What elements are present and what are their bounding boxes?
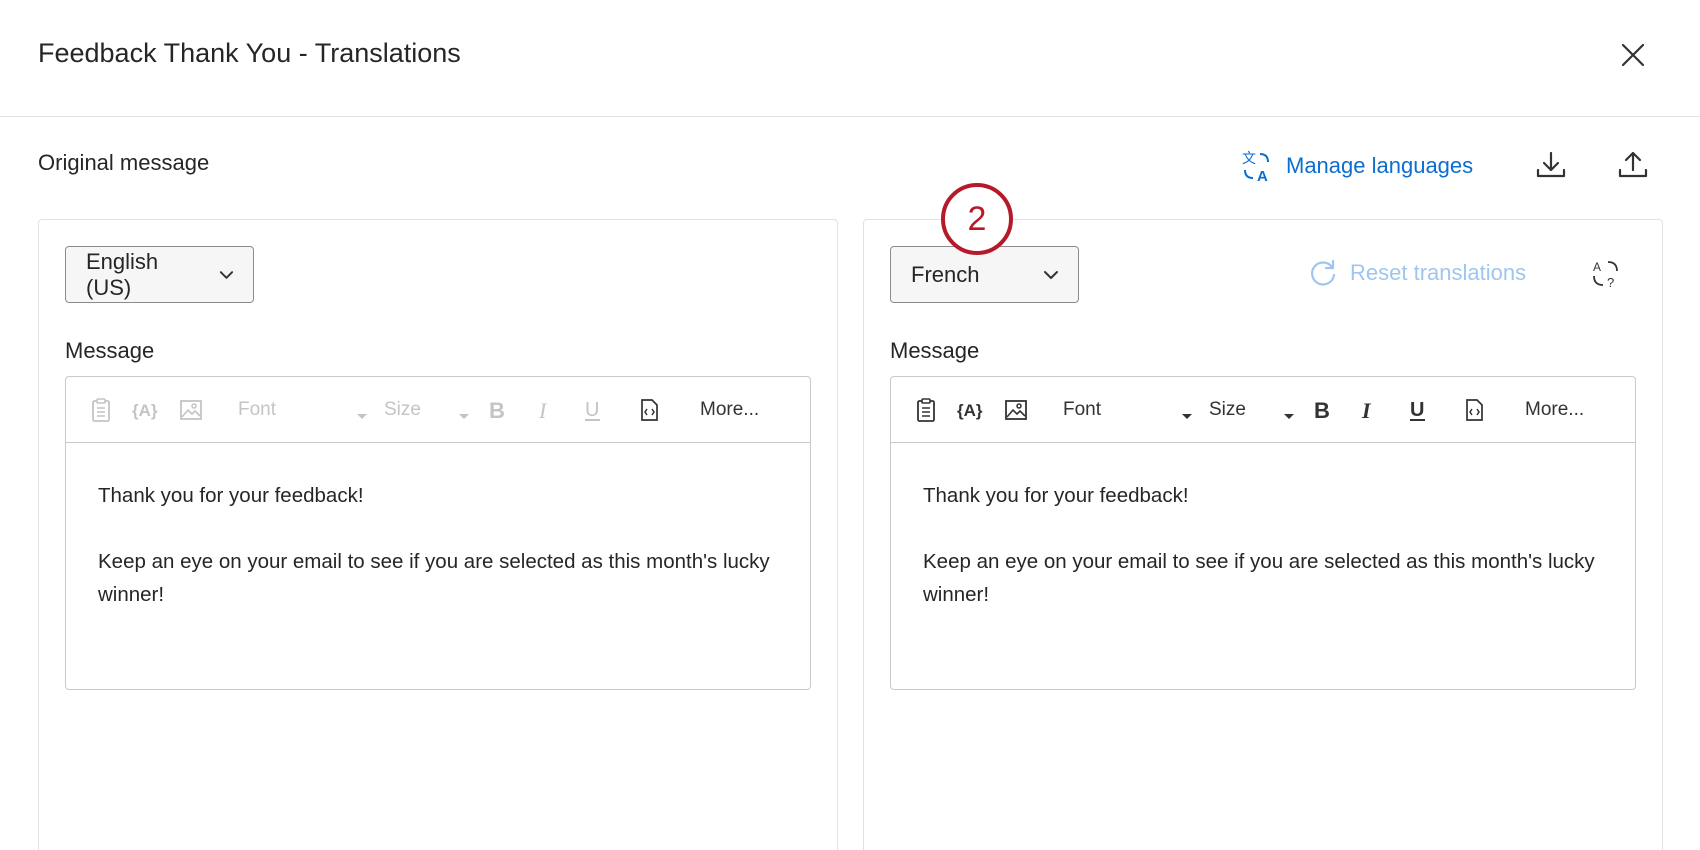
size-select: Size xyxy=(384,399,421,420)
refresh-icon xyxy=(1311,259,1336,286)
italic-icon[interactable]: I xyxy=(1357,397,1383,423)
manage-languages-label: Manage languages xyxy=(1286,153,1474,178)
message-label: Message xyxy=(890,338,980,363)
svg-text:I: I xyxy=(538,398,548,423)
bold-icon: B xyxy=(484,397,510,423)
reset-translations-button[interactable]: Reset translations xyxy=(1308,258,1526,288)
message-content[interactable]: Thank you for your feedback! Keep an eye… xyxy=(66,443,810,611)
step-badge: 2 xyxy=(941,183,1013,255)
svg-text:文: 文 xyxy=(1242,151,1256,167)
underline-icon: U xyxy=(580,397,606,423)
original-panel: English (US) Message {A} Font Size B I U… xyxy=(38,219,838,850)
more-button[interactable]: More... xyxy=(700,397,759,423)
dialog-title: Feedback Thank You - Translations xyxy=(38,38,461,68)
message-line: Keep an eye on your email to see if you … xyxy=(98,550,770,606)
translation-panel: French Reset translations A ? Message {A… xyxy=(863,219,1663,850)
target-language-select[interactable]: French xyxy=(890,246,1079,303)
font-caret-icon xyxy=(357,414,367,419)
clipboard-icon[interactable] xyxy=(913,397,939,423)
auto-translate-icon[interactable]: A ? xyxy=(1590,258,1622,290)
translation-message-editor: {A} Font Size B I U More... Thank you fo… xyxy=(890,376,1636,690)
svg-text:B: B xyxy=(1314,398,1330,423)
message-line: Thank you for your feedback! xyxy=(923,484,1189,507)
target-language-value: French xyxy=(911,261,980,287)
source-code-icon[interactable] xyxy=(1461,397,1487,423)
svg-text:A: A xyxy=(1593,260,1601,274)
size-caret-icon xyxy=(459,414,469,419)
svg-text:A: A xyxy=(1257,168,1268,184)
piped-text-icon: {A} xyxy=(132,397,158,423)
svg-text:{A}: {A} xyxy=(132,401,158,420)
italic-icon: I xyxy=(532,397,558,423)
piped-text-icon[interactable]: {A} xyxy=(957,397,983,423)
svg-text:U: U xyxy=(1410,399,1424,421)
svg-text:{A}: {A} xyxy=(957,401,983,420)
clipboard-icon xyxy=(88,397,114,423)
size-select[interactable]: Size xyxy=(1209,397,1246,423)
upload-icon[interactable] xyxy=(1616,148,1650,182)
svg-text:B: B xyxy=(489,398,505,423)
download-icon[interactable] xyxy=(1534,148,1568,182)
source-language-value: English (US) xyxy=(86,248,159,300)
original-message-label: Original message xyxy=(38,150,210,175)
more-button[interactable]: More... xyxy=(1525,397,1584,423)
manage-languages-button[interactable]: 文 A Manage languages xyxy=(1240,148,1473,184)
font-select[interactable]: Font xyxy=(1063,397,1101,423)
close-icon[interactable] xyxy=(1618,40,1648,70)
editor-toolbar: {A} Font Size B I U More... xyxy=(891,377,1635,443)
svg-text:?: ? xyxy=(1607,275,1614,290)
font-caret-icon[interactable] xyxy=(1181,413,1193,421)
bold-icon[interactable]: B xyxy=(1309,397,1335,423)
dialog-header: Feedback Thank You - Translations xyxy=(0,0,1700,117)
source-code-icon[interactable] xyxy=(636,397,662,423)
size-caret-icon[interactable] xyxy=(1283,413,1295,421)
original-message-editor: {A} Font Size B I U More... Thank you fo… xyxy=(65,376,811,690)
underline-icon[interactable]: U xyxy=(1405,397,1431,423)
editor-toolbar: {A} Font Size B I U More... xyxy=(66,377,810,443)
message-line: Thank you for your feedback! xyxy=(98,484,364,507)
image-icon xyxy=(178,397,204,423)
translate-icon: 文 A xyxy=(1242,151,1269,184)
chevron-down-icon xyxy=(219,270,234,279)
font-select: Font xyxy=(238,399,277,420)
reset-translations-label: Reset translations xyxy=(1350,260,1527,285)
chevron-down-icon xyxy=(1044,270,1058,279)
image-icon[interactable] xyxy=(1003,397,1029,423)
svg-text:U: U xyxy=(585,399,599,421)
svg-text:I: I xyxy=(1361,398,1372,423)
message-label: Message xyxy=(65,338,155,363)
message-content[interactable]: Thank you for your feedback! Keep an eye… xyxy=(891,443,1635,611)
source-language-select[interactable]: English (US) xyxy=(65,246,254,303)
message-line: Keep an eye on your email to see if you … xyxy=(923,550,1595,606)
